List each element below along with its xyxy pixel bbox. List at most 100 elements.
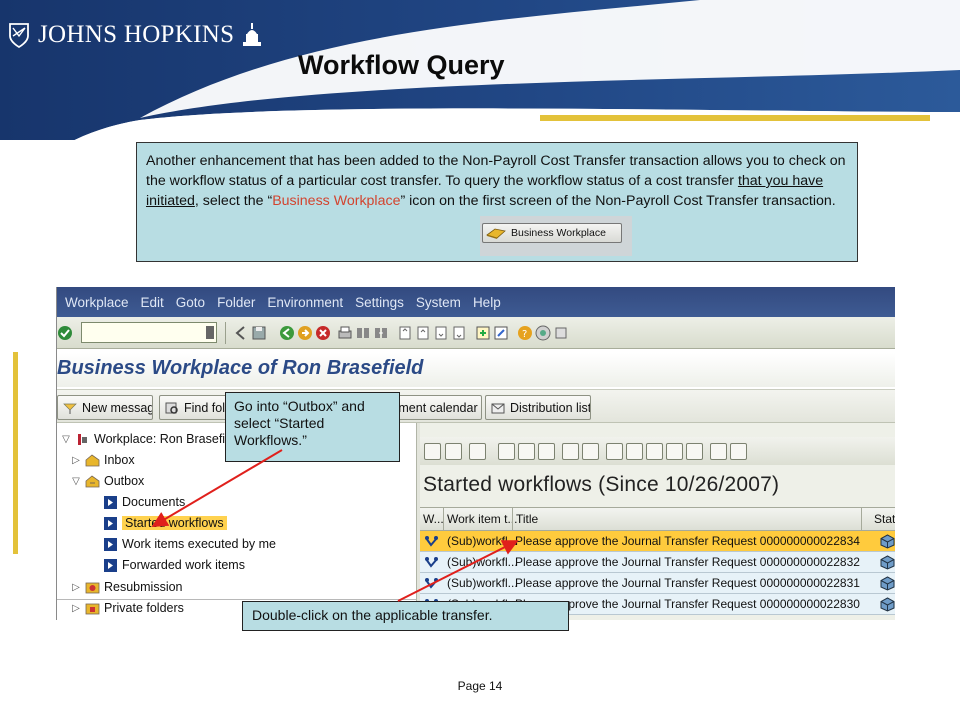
row-title: Please approve the Journal Transfer Requ… — [515, 555, 860, 569]
refresh-icon[interactable] — [424, 443, 441, 460]
sap-menu-bar: Workplace Edit Goto Folder Environment S… — [57, 287, 895, 317]
command-dropdown-icon[interactable] — [206, 326, 214, 339]
gold-rule — [540, 115, 930, 121]
menu-system[interactable]: System — [416, 295, 461, 310]
expand-triangle-icon[interactable]: ▷ — [71, 582, 81, 593]
find-folder-button[interactable]: Find folder — [159, 395, 229, 420]
command-field[interactable] — [81, 322, 217, 343]
tree-label-work-items-executed: Work items executed by me — [122, 537, 276, 551]
menu-help[interactable]: Help — [473, 295, 501, 310]
tree-node-outbox[interactable]: ▽ Outbox — [71, 471, 144, 491]
menu-folder[interactable]: Folder — [217, 295, 255, 310]
help-icon[interactable]: ? — [517, 325, 533, 341]
status-cube-icon — [880, 576, 895, 591]
customize-icon[interactable] — [553, 325, 569, 341]
intro-text-3: ” icon on the first screen of the Non-Pa… — [400, 193, 836, 209]
enter-check-icon[interactable] — [57, 325, 73, 341]
table-row[interactable]: (Sub)workfl... Please approve the Journa… — [420, 573, 895, 594]
filter-icon[interactable] — [686, 443, 703, 460]
expand-triangle-icon[interactable]: ▷ — [71, 603, 81, 614]
tree-node-started-workflows[interactable]: Started workflows — [103, 513, 227, 533]
side-accent-bar — [13, 352, 18, 554]
status-cube-icon — [880, 555, 895, 570]
back-arrow-icon[interactable] — [233, 325, 249, 341]
column-separator[interactable] — [512, 508, 513, 531]
menu-environment[interactable]: Environment — [267, 295, 343, 310]
menu-workplace[interactable]: Workplace — [65, 295, 129, 310]
menu-edit[interactable]: Edit — [141, 295, 164, 310]
column-header-work-item-type[interactable]: Work item t... — [447, 512, 517, 526]
graphic-icon[interactable] — [538, 443, 555, 460]
last-page-icon[interactable] — [451, 325, 467, 341]
slide-title: Workflow Query — [298, 50, 505, 80]
shortcut-icon[interactable] — [493, 325, 509, 341]
row-type: (Sub)workfl... — [447, 555, 518, 569]
save-icon[interactable] — [251, 325, 267, 341]
print-icon[interactable] — [337, 325, 353, 341]
details-icon[interactable] — [498, 443, 515, 460]
workflow-list-pane: Started workflows (Since 10/26/2007) W..… — [420, 423, 895, 620]
tree-node-resubmission[interactable]: ▷ Resubmission — [71, 577, 182, 597]
distribution-lists-label: Distribution lists — [510, 400, 591, 415]
first-page-icon[interactable] — [397, 325, 413, 341]
sap-application-toolbar: New message Find folder Appointment cale… — [57, 389, 895, 423]
notes-icon[interactable] — [582, 443, 599, 460]
layout-icon[interactable] — [730, 443, 747, 460]
find-next-icon[interactable] — [373, 325, 389, 341]
column-header-w[interactable]: W... — [423, 512, 444, 526]
distribution-lists-button[interactable]: Distribution lists — [485, 395, 591, 420]
find-folder-label: Find folder — [184, 400, 228, 415]
layout-menu-icon[interactable] — [535, 325, 551, 341]
sort-icon[interactable] — [710, 443, 727, 460]
find-icon[interactable] — [355, 325, 371, 341]
table-row[interactable]: (Sub)workfl... Please approve the Journa… — [420, 552, 895, 573]
previous-page-icon[interactable] — [415, 325, 431, 341]
table-header: W... Work item t... Title Status — [420, 507, 895, 531]
tree-label-outbox: Outbox — [104, 474, 145, 488]
collapse-triangle-icon[interactable]: ▽ — [71, 476, 81, 487]
column-separator[interactable] — [443, 508, 444, 531]
column-separator[interactable] — [861, 508, 862, 531]
column-header-status[interactable]: Status — [874, 512, 895, 526]
new-message-button[interactable]: New message — [57, 395, 153, 420]
tree-label-forwarded-work-items: Forwarded work items — [122, 558, 245, 572]
work-items-folder-icon — [104, 537, 117, 551]
columns-icon[interactable] — [646, 443, 663, 460]
back-green-icon[interactable] — [279, 325, 295, 341]
display-object-icon[interactable] — [469, 443, 486, 460]
list-print-icon[interactable] — [606, 443, 623, 460]
tree-node-private-folders[interactable]: ▷ Private folders — [71, 598, 184, 618]
cancel-icon[interactable] — [315, 325, 331, 341]
totals-icon[interactable] — [666, 443, 683, 460]
workflow-log-icon[interactable] — [518, 443, 535, 460]
documents-folder-icon — [104, 495, 117, 509]
list-find-icon[interactable] — [626, 443, 643, 460]
tree-node-workplace[interactable]: ▽ Workplace: Ron Brasefield — [61, 429, 242, 449]
menu-settings[interactable]: Settings — [355, 295, 404, 310]
tree-node-work-items-executed[interactable]: Work items executed by me — [103, 534, 276, 554]
row-title: Please approve the Journal Transfer Requ… — [515, 576, 860, 590]
new-message-icon — [63, 403, 77, 414]
johns-hopkins-logo: JOHNS HOPKINS — [8, 20, 262, 50]
inbox-icon — [85, 453, 100, 466]
table-row[interactable]: (Sub)workfl... Please approve the Journa… — [420, 531, 895, 552]
sap-standard-toolbar: ? — [57, 317, 895, 349]
distribution-lists-icon — [491, 403, 505, 413]
tree-node-documents[interactable]: Documents — [103, 492, 185, 512]
logo-text: JOHNS HOPKINS — [38, 21, 235, 48]
toolbar-separator — [225, 322, 226, 344]
menu-goto[interactable]: Goto — [176, 295, 205, 310]
execute-icon[interactable] — [445, 443, 462, 460]
attachments-icon[interactable] — [562, 443, 579, 460]
tree-node-inbox[interactable]: ▷ Inbox — [71, 450, 134, 470]
next-page-icon[interactable] — [433, 325, 449, 341]
collapse-triangle-icon[interactable]: ▽ — [61, 434, 71, 445]
exit-icon[interactable] — [297, 325, 313, 341]
tree-node-forwarded-work-items[interactable]: Forwarded work items — [103, 555, 245, 575]
column-header-title[interactable]: Title — [516, 512, 538, 526]
sap-page-heading: Business Workplace of Ron Brasefield — [57, 353, 895, 387]
appointment-calendar-button[interactable]: Appointment calendar — [387, 395, 482, 420]
expand-triangle-icon[interactable]: ▷ — [71, 455, 81, 466]
create-session-icon[interactable] — [475, 325, 491, 341]
business-workplace-button[interactable]: Business Workplace — [482, 223, 622, 243]
